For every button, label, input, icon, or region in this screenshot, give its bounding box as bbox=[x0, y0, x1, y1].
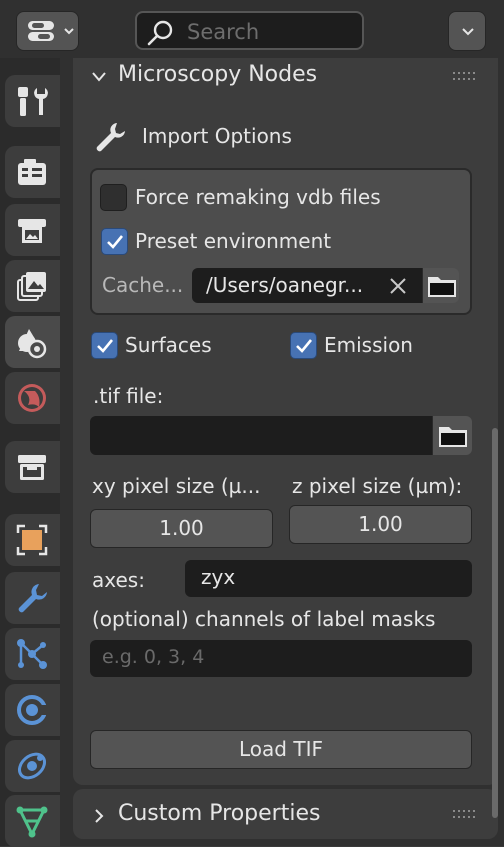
cache-path-value: /Users/oanegr... bbox=[206, 273, 364, 297]
tab-modifiers[interactable] bbox=[5, 572, 60, 624]
checkmark-icon bbox=[97, 339, 114, 353]
properties-tab-bar bbox=[0, 58, 60, 847]
force-remake-label[interactable]: Force remaking vdb files bbox=[135, 185, 381, 209]
editor-type-dropdown[interactable] bbox=[16, 11, 79, 51]
chevron-down-icon[interactable] bbox=[91, 70, 107, 84]
axes-value: zyx bbox=[201, 565, 236, 589]
tif-file-label: .tif file: bbox=[93, 384, 164, 408]
chevron-down-icon bbox=[462, 28, 474, 36]
axes-field[interactable]: zyx bbox=[185, 560, 472, 597]
tab-physics[interactable] bbox=[5, 684, 60, 736]
constraints-icon bbox=[17, 752, 47, 780]
label-masks-placeholder: e.g. 0, 3, 4 bbox=[102, 646, 205, 668]
tab-world[interactable] bbox=[5, 372, 60, 424]
label-masks-label: (optional) channels of label masks bbox=[92, 607, 436, 631]
options-dropdown[interactable] bbox=[448, 11, 486, 51]
folder-icon bbox=[439, 427, 467, 447]
world-icon bbox=[18, 384, 46, 412]
wrench-icon bbox=[96, 123, 125, 152]
preset-environment-checkbox[interactable] bbox=[101, 228, 128, 255]
render-camera-icon bbox=[18, 159, 46, 185]
checkmark-icon bbox=[107, 235, 124, 249]
tool-icon bbox=[18, 87, 48, 116]
search-placeholder: Search bbox=[187, 20, 260, 44]
chevron-right-icon bbox=[95, 809, 104, 823]
vertical-scrollbar[interactable] bbox=[492, 428, 498, 818]
tab-data[interactable] bbox=[5, 795, 60, 847]
xy-pixel-size-field[interactable]: 1.00 bbox=[90, 509, 273, 548]
tab-tool[interactable] bbox=[5, 75, 60, 127]
tab-constraints[interactable] bbox=[5, 740, 60, 792]
z-pixel-size-label: z pixel size (µm): bbox=[292, 474, 463, 498]
physics-icon bbox=[17, 695, 49, 725]
chevron-down-icon bbox=[64, 28, 74, 35]
emission-label[interactable]: Emission bbox=[324, 333, 413, 357]
cache-label: Cache... bbox=[102, 273, 184, 297]
object-square-icon bbox=[16, 524, 48, 556]
force-remake-checkbox[interactable] bbox=[100, 184, 127, 211]
collection-box-icon bbox=[18, 455, 46, 480]
tif-browse-button[interactable] bbox=[432, 416, 472, 455]
panel-title[interactable]: Microscopy Nodes bbox=[118, 62, 317, 87]
preset-environment-label[interactable]: Preset environment bbox=[135, 229, 331, 253]
cache-browse-button[interactable] bbox=[422, 268, 459, 303]
folder-icon bbox=[428, 277, 456, 297]
load-tif-button[interactable]: Load TIF bbox=[90, 730, 472, 769]
search-icon bbox=[147, 20, 173, 46]
editor-type-icon bbox=[28, 21, 54, 41]
wrench-icon bbox=[18, 584, 47, 613]
tif-file-field[interactable] bbox=[90, 416, 432, 455]
custom-properties-title: Custom Properties bbox=[118, 801, 321, 826]
z-pixel-size-field[interactable]: 1.00 bbox=[289, 505, 472, 544]
output-printer-icon bbox=[18, 219, 46, 243]
emission-checkbox[interactable] bbox=[290, 332, 317, 359]
clear-x-icon[interactable] bbox=[388, 276, 408, 296]
tab-scene[interactable] bbox=[5, 316, 60, 368]
view-layer-icon bbox=[17, 272, 46, 301]
tab-output[interactable] bbox=[5, 204, 60, 256]
mesh-data-icon bbox=[16, 806, 48, 838]
properties-header: Search bbox=[0, 0, 504, 58]
tab-collection[interactable] bbox=[5, 441, 60, 493]
scene-icon bbox=[18, 329, 47, 359]
drag-handle-icon[interactable] bbox=[453, 72, 475, 82]
search-input[interactable]: Search bbox=[135, 11, 364, 50]
axes-label: axes: bbox=[92, 568, 145, 592]
tab-view-layer[interactable] bbox=[5, 260, 60, 312]
checkmark-icon bbox=[296, 339, 313, 353]
tab-object[interactable] bbox=[5, 514, 60, 566]
tab-render[interactable] bbox=[5, 146, 60, 198]
custom-properties-panel[interactable]: Custom Properties bbox=[73, 789, 498, 839]
drag-handle-icon[interactable] bbox=[453, 810, 475, 820]
particles-icon bbox=[17, 639, 47, 669]
import-options-title: Import Options bbox=[142, 124, 292, 148]
label-masks-field[interactable]: e.g. 0, 3, 4 bbox=[90, 640, 472, 677]
xy-pixel-size-label: xy pixel size (µ... bbox=[92, 474, 261, 498]
cache-path-field[interactable]: /Users/oanegr... bbox=[192, 268, 422, 303]
surfaces-label[interactable]: Surfaces bbox=[125, 333, 212, 357]
surfaces-checkbox[interactable] bbox=[91, 332, 118, 359]
tab-particles[interactable] bbox=[5, 628, 60, 680]
